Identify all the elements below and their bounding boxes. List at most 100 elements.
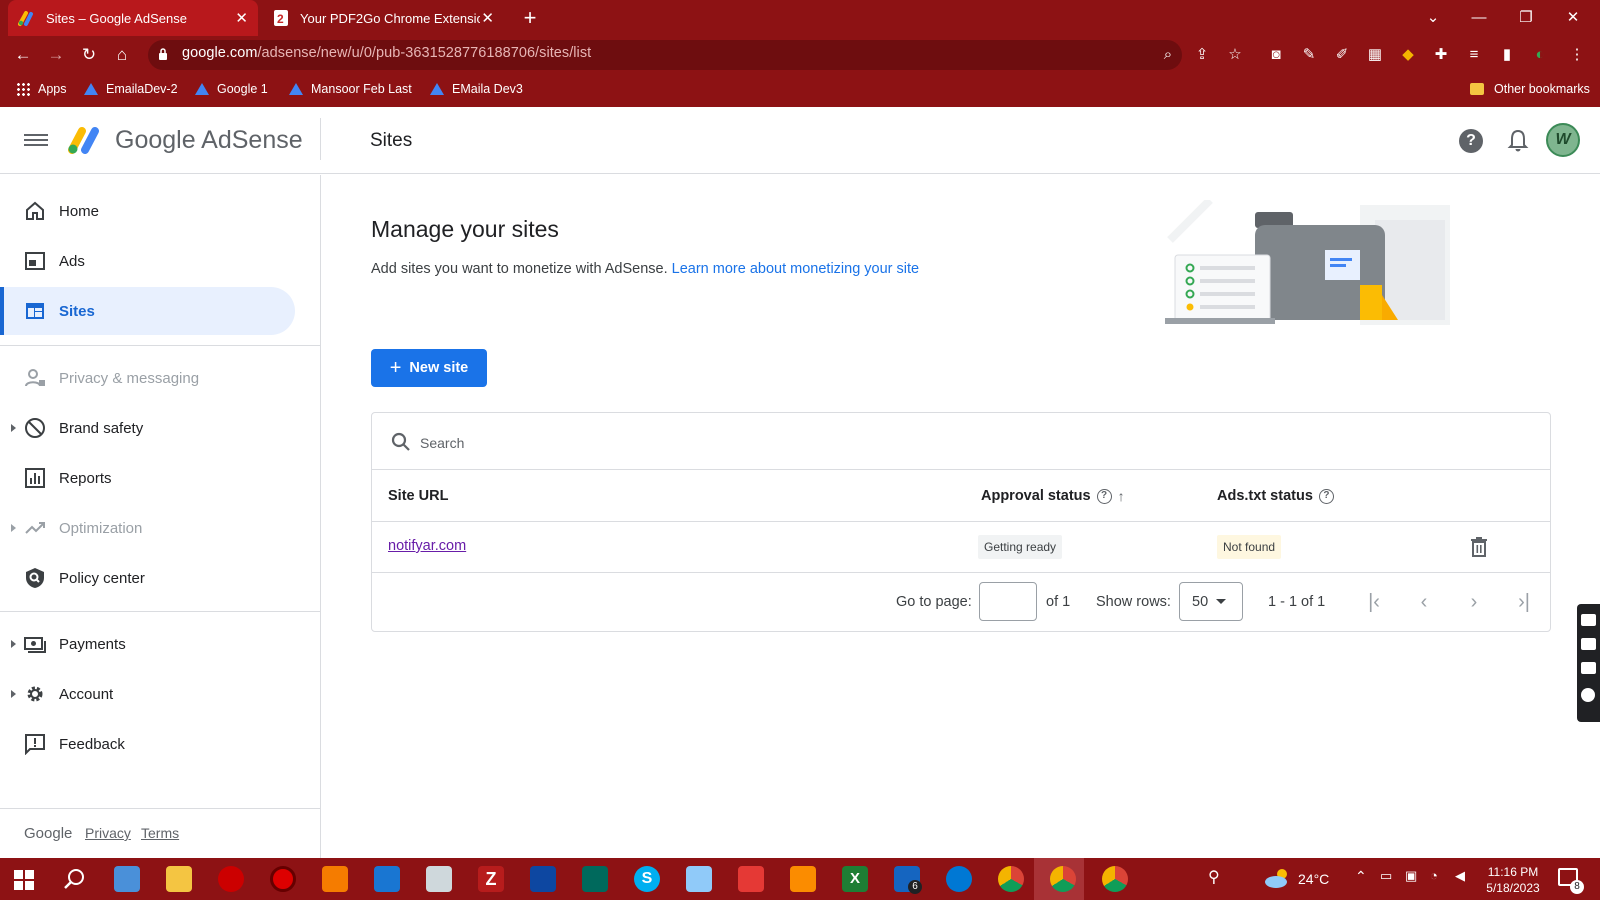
delete-trash-icon[interactable]: [1469, 536, 1489, 558]
bookmark-emailadev-2[interactable]: EmailaDev-2: [84, 78, 178, 100]
goto-page-input[interactable]: [979, 582, 1037, 621]
home-browser-icon[interactable]: ⌂: [110, 43, 134, 67]
sidebar-item-home[interactable]: Home: [0, 187, 295, 235]
screenshot-icon[interactable]: [1581, 614, 1596, 626]
star-icon[interactable]: ☆: [1224, 44, 1246, 66]
forward-icon[interactable]: →: [44, 43, 68, 67]
screen-recorder-widget[interactable]: [1577, 604, 1600, 722]
bookmark-apps[interactable]: Apps: [16, 78, 67, 100]
bookmark-label: EMaila Dev3: [452, 82, 523, 96]
sort-ascending-icon[interactable]: ↑: [1118, 488, 1125, 504]
help-circle-icon[interactable]: ?: [1096, 488, 1112, 504]
edge-icon[interactable]: [946, 866, 972, 892]
windows-start-icon[interactable]: [14, 870, 34, 890]
chrome-icon[interactable]: [1102, 866, 1128, 892]
zoom-icon[interactable]: ⌕: [1157, 44, 1179, 66]
window-icon[interactable]: [1581, 662, 1596, 674]
search-input[interactable]: [420, 432, 1020, 454]
bookmark-emaila-dev3[interactable]: EMaila Dev3: [430, 78, 523, 100]
chevron-up-icon[interactable]: ⌃: [1355, 868, 1367, 885]
sidebar-item-brand-safety[interactable]: Brand safety: [0, 404, 295, 452]
other-bookmarks[interactable]: Other bookmarks: [1470, 78, 1590, 100]
excel-icon[interactable]: X: [842, 866, 868, 892]
taskbar-app-icon[interactable]: [374, 866, 400, 892]
taskbar-app-icon[interactable]: [114, 866, 140, 892]
building-extension-icon[interactable]: ▦: [1364, 44, 1386, 66]
share-icon[interactable]: ⇪: [1191, 44, 1213, 66]
help-circle-icon[interactable]: ?: [1318, 488, 1334, 504]
skype-icon[interactable]: S: [634, 866, 660, 892]
first-page-icon[interactable]: |‹: [1362, 590, 1386, 614]
menu-dots-icon[interactable]: ⋮: [1566, 44, 1588, 66]
close-icon[interactable]: ✕: [481, 9, 494, 27]
help-icon[interactable]: ?: [1459, 129, 1483, 153]
mail-app-icon[interactable]: [530, 866, 556, 892]
feather-extension-icon[interactable]: ✐: [1331, 44, 1353, 66]
profile-extension-icon[interactable]: ◐: [1529, 44, 1551, 66]
column-header-site-url[interactable]: Site URL: [388, 488, 448, 504]
color-extension-icon[interactable]: ◆: [1397, 44, 1419, 66]
tab-search-icon[interactable]: ⌄: [1410, 4, 1456, 32]
last-page-icon[interactable]: ›|: [1512, 590, 1536, 614]
column-header-ads-txt-status[interactable]: Ads.txt status ?: [1217, 488, 1334, 504]
rows-per-page-select[interactable]: 50: [1179, 582, 1243, 621]
column-header-approval-status[interactable]: Approval status ? ↑: [981, 488, 1125, 504]
hamburger-menu-icon[interactable]: [24, 131, 48, 149]
privacy-link[interactable]: Privacy: [85, 825, 131, 841]
reading-list-icon[interactable]: ≡: [1463, 44, 1485, 66]
sidebar-item-feedback[interactable]: Feedback: [0, 720, 295, 768]
bookmark-google-1[interactable]: Google 1: [195, 78, 268, 100]
chrome-icon[interactable]: [998, 866, 1024, 892]
taskbar-search-icon[interactable]: [62, 866, 88, 892]
sidebar-item-reports[interactable]: Reports: [0, 454, 295, 502]
minimize-button[interactable]: —: [1456, 4, 1502, 32]
filezilla-icon[interactable]: Z: [478, 866, 504, 892]
opera-icon[interactable]: [218, 866, 244, 892]
volume-icon[interactable]: ◀: [1455, 868, 1465, 884]
avatar[interactable]: W: [1546, 123, 1580, 157]
sidebar-item-privacy-messaging[interactable]: Privacy & messaging: [0, 354, 295, 402]
sidebar-item-ads[interactable]: Ads: [0, 237, 295, 285]
learn-more-link[interactable]: Learn more about monetizing your site: [672, 261, 919, 277]
camera-extension-icon[interactable]: ◙: [1265, 44, 1287, 66]
notifications-bell-icon[interactable]: [1506, 128, 1530, 154]
new-tab-button[interactable]: +: [516, 4, 544, 32]
wifi-icon[interactable]: ◔: [1430, 868, 1438, 883]
back-icon[interactable]: ←: [11, 43, 35, 67]
new-site-button[interactable]: + New site: [371, 349, 487, 387]
side-panel-icon[interactable]: ▮: [1496, 44, 1518, 66]
bookmark-mansoor-feb-last[interactable]: Mansoor Feb Last: [289, 78, 412, 100]
clock[interactable]: 11:16 PM 5/18/2023: [1478, 864, 1548, 896]
chrome-icon[interactable]: [1050, 866, 1076, 892]
video-icon[interactable]: [1581, 638, 1596, 650]
close-window-button[interactable]: ✕: [1550, 4, 1596, 32]
tab-pdf2go[interactable]: 2 Your PDF2Go Chrome Extension | ✕: [262, 0, 504, 36]
extensions-icon[interactable]: ✚: [1430, 44, 1452, 66]
anydesk-icon[interactable]: [738, 866, 764, 892]
reports-icon: [25, 468, 45, 488]
taskbar-app-icon[interactable]: [686, 866, 712, 892]
sidebar-item-policy-center[interactable]: Policy center: [0, 554, 295, 602]
restore-button[interactable]: ❐: [1503, 4, 1549, 32]
close-icon[interactable]: ✕: [235, 9, 248, 27]
taskbar-app-icon[interactable]: [582, 866, 608, 892]
sidebar-item-account[interactable]: Account: [0, 670, 295, 718]
taskbar-app-icon[interactable]: [322, 866, 348, 892]
weather-cloud-icon[interactable]: [1264, 866, 1292, 890]
pen-extension-icon[interactable]: ✎: [1298, 44, 1320, 66]
taskbar-app-icon[interactable]: [426, 866, 452, 892]
settings-icon[interactable]: [1581, 688, 1595, 702]
terms-link[interactable]: Terms: [141, 825, 179, 841]
sidebar-item-optimization[interactable]: Optimization: [0, 504, 295, 552]
people-icon[interactable]: ⚲: [1208, 867, 1230, 889]
recorder-icon[interactable]: [270, 866, 296, 892]
next-page-icon[interactable]: ›: [1462, 590, 1486, 614]
reload-icon[interactable]: ↻: [77, 43, 101, 67]
sidebar-item-sites[interactable]: Sites: [0, 287, 295, 335]
previous-page-icon[interactable]: ‹: [1412, 590, 1436, 614]
site-url-link[interactable]: notifyar.com: [388, 538, 466, 554]
sidebar-item-payments[interactable]: Payments: [0, 620, 295, 668]
file-explorer-icon[interactable]: [166, 866, 192, 892]
taskbar-app-icon[interactable]: [790, 866, 816, 892]
tab-adsense[interactable]: Sites – Google AdSense ✕: [8, 0, 258, 36]
